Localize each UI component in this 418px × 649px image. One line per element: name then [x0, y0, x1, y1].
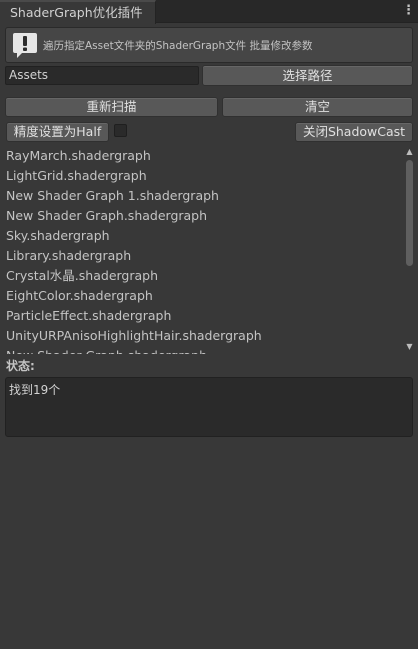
list-scrollbar[interactable]: ▲ ▼: [404, 146, 415, 353]
select-path-button[interactable]: 选择路径: [202, 65, 413, 86]
list-item[interactable]: Crystal水晶.shadergraph: [6, 266, 158, 286]
status-textarea[interactable]: 找到19个: [5, 377, 413, 437]
scroll-down-arrow-icon[interactable]: ▼: [405, 342, 414, 352]
list-item[interactable]: RayMarch.shadergraph: [6, 146, 151, 166]
precision-half-button[interactable]: 精度设置为Half: [6, 122, 109, 142]
clear-button[interactable]: 清空: [222, 97, 413, 117]
help-message: 遍历指定Asset文件夹的ShaderGraph文件 批量修改参数: [43, 40, 313, 52]
path-input[interactable]: Assets: [5, 66, 199, 85]
list-item[interactable]: Sky.shadergraph: [6, 226, 110, 246]
list-item[interactable]: LightGrid.shadergraph: [6, 166, 147, 186]
disable-shadowcast-button[interactable]: 关闭ShadowCast: [295, 122, 413, 142]
list-item[interactable]: New Shader Graph 1.shadergraph: [6, 186, 219, 206]
list-item[interactable]: EightColor.shadergraph: [6, 286, 153, 306]
info-exclamation-icon: [13, 33, 37, 58]
status-text: 找到19个: [9, 383, 61, 397]
list-item[interactable]: UnityURPAnisoHighlightHair.shadergraph: [6, 326, 262, 346]
kebab-menu-icon[interactable]: ⋮: [402, 3, 415, 19]
rescan-button[interactable]: 重新扫描: [5, 97, 218, 117]
scroll-up-arrow-icon[interactable]: ▲: [405, 147, 414, 157]
list-item[interactable]: New Shader Graph.shadergraph: [6, 346, 207, 354]
shadergraph-file-list[interactable]: RayMarch.shadergraph LightGrid.shadergra…: [0, 145, 418, 354]
tab-bar: ShaderGraph优化插件 ⋮: [0, 0, 418, 24]
scroll-thumb[interactable]: [406, 160, 413, 266]
tab-shadergraph-plugin[interactable]: ShaderGraph优化插件: [0, 0, 156, 24]
list-item[interactable]: Library.shadergraph: [6, 246, 131, 266]
precision-toggle[interactable]: [114, 124, 127, 137]
list-item[interactable]: New Shader Graph.shadergraph: [6, 206, 207, 226]
help-box: 遍历指定Asset文件夹的ShaderGraph文件 批量修改参数: [5, 27, 413, 63]
status-label: 状态:: [6, 359, 35, 373]
list-item[interactable]: ParticleEffect.shadergraph: [6, 306, 171, 326]
